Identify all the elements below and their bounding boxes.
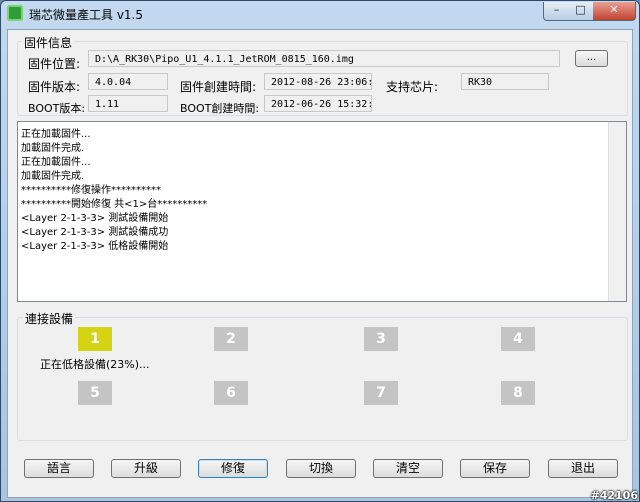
device-slot-8[interactable]: 8 (501, 381, 535, 405)
app-window: 瑞芯微量產工具 v1.5 – □ ✕ 固件信息 固件位置: D:\A_RK30\… (0, 0, 640, 502)
firmware-location-label: 固件位置: (28, 57, 81, 71)
firmware-version-field: 4.0.04 (88, 73, 168, 90)
device-slot-1[interactable]: 1 (78, 327, 112, 351)
devices-group-title: 連接設備 (23, 310, 76, 327)
supported-chip-label: 支持芯片: (386, 80, 439, 94)
log-line: 加載固件完成. (21, 171, 85, 182)
browse-button[interactable]: ... (575, 50, 608, 67)
close-button[interactable]: ✕ (593, 2, 636, 21)
repair-button[interactable]: 修復 (198, 459, 268, 478)
boot-version-field: 1.11 (88, 95, 168, 112)
firmware-create-time-label: 固件創建時間: (180, 80, 257, 94)
language-button[interactable]: 語言 (24, 459, 94, 478)
exit-button[interactable]: 退出 (548, 459, 618, 478)
log-line: **********開始修復 共<1>台********** (21, 199, 208, 210)
boot-version-label: BOOT版本: (28, 102, 86, 115)
log-textarea[interactable]: 正在加載固件... 加載固件完成. 正在加載固件... 加載固件完成. ****… (17, 121, 627, 302)
firmware-version-label: 固件版本: (28, 80, 81, 94)
switch-button[interactable]: 切換 (286, 459, 356, 478)
upgrade-button[interactable]: 升級 (111, 459, 181, 478)
log-scrollbar[interactable] (608, 122, 626, 301)
boot-create-time-field: 2012-06-26 15:32:00 (264, 95, 372, 112)
save-button[interactable]: 保存 (460, 459, 530, 478)
clear-button[interactable]: 清空 (373, 459, 443, 478)
device-slot-6[interactable]: 6 (214, 381, 248, 405)
firmware-create-time-field: 2012-08-26 23:06:43 (264, 73, 372, 90)
log-line: <Layer 2-1-3-3> 低格設備開始 (21, 241, 169, 252)
log-line: <Layer 2-1-3-3> 測試設備成功 (21, 227, 169, 238)
device-status-text: 正在低格設備(23%)... (40, 358, 150, 371)
title-bar[interactable]: 瑞芯微量產工具 v1.5 – □ ✕ (1, 1, 639, 25)
firmware-info-title: 固件信息 (22, 34, 75, 51)
device-slot-5[interactable]: 5 (78, 381, 112, 405)
app-logo-icon (7, 5, 23, 21)
log-line: 正在加載固件... (21, 157, 91, 168)
window-title: 瑞芯微量產工具 v1.5 (29, 8, 144, 22)
maximize-button[interactable]: □ (568, 2, 594, 21)
log-line: <Layer 2-1-3-3> 測試設備開始 (21, 213, 169, 224)
device-slot-7[interactable]: 7 (364, 381, 398, 405)
device-slot-2[interactable]: 2 (214, 327, 248, 351)
device-slot-3[interactable]: 3 (364, 327, 398, 351)
client-area: 固件信息 固件位置: D:\A_RK30\Pipo_U1_4.1.1_JetRO… (7, 29, 633, 498)
firmware-location-field[interactable]: D:\A_RK30\Pipo_U1_4.1.1_JetROM_0815_160.… (88, 50, 560, 67)
log-line: 正在加載固件... (21, 129, 91, 140)
log-line: 加載固件完成. (21, 143, 85, 154)
minimize-button[interactable]: – (543, 2, 570, 21)
boot-create-time-label: BOOT創建時間: (180, 102, 260, 115)
log-line: **********修復操作********** (21, 185, 161, 196)
supported-chip-field: RK30 (461, 73, 549, 90)
device-slot-4[interactable]: 4 (501, 327, 535, 351)
watermark-text: #42106 (590, 489, 639, 502)
